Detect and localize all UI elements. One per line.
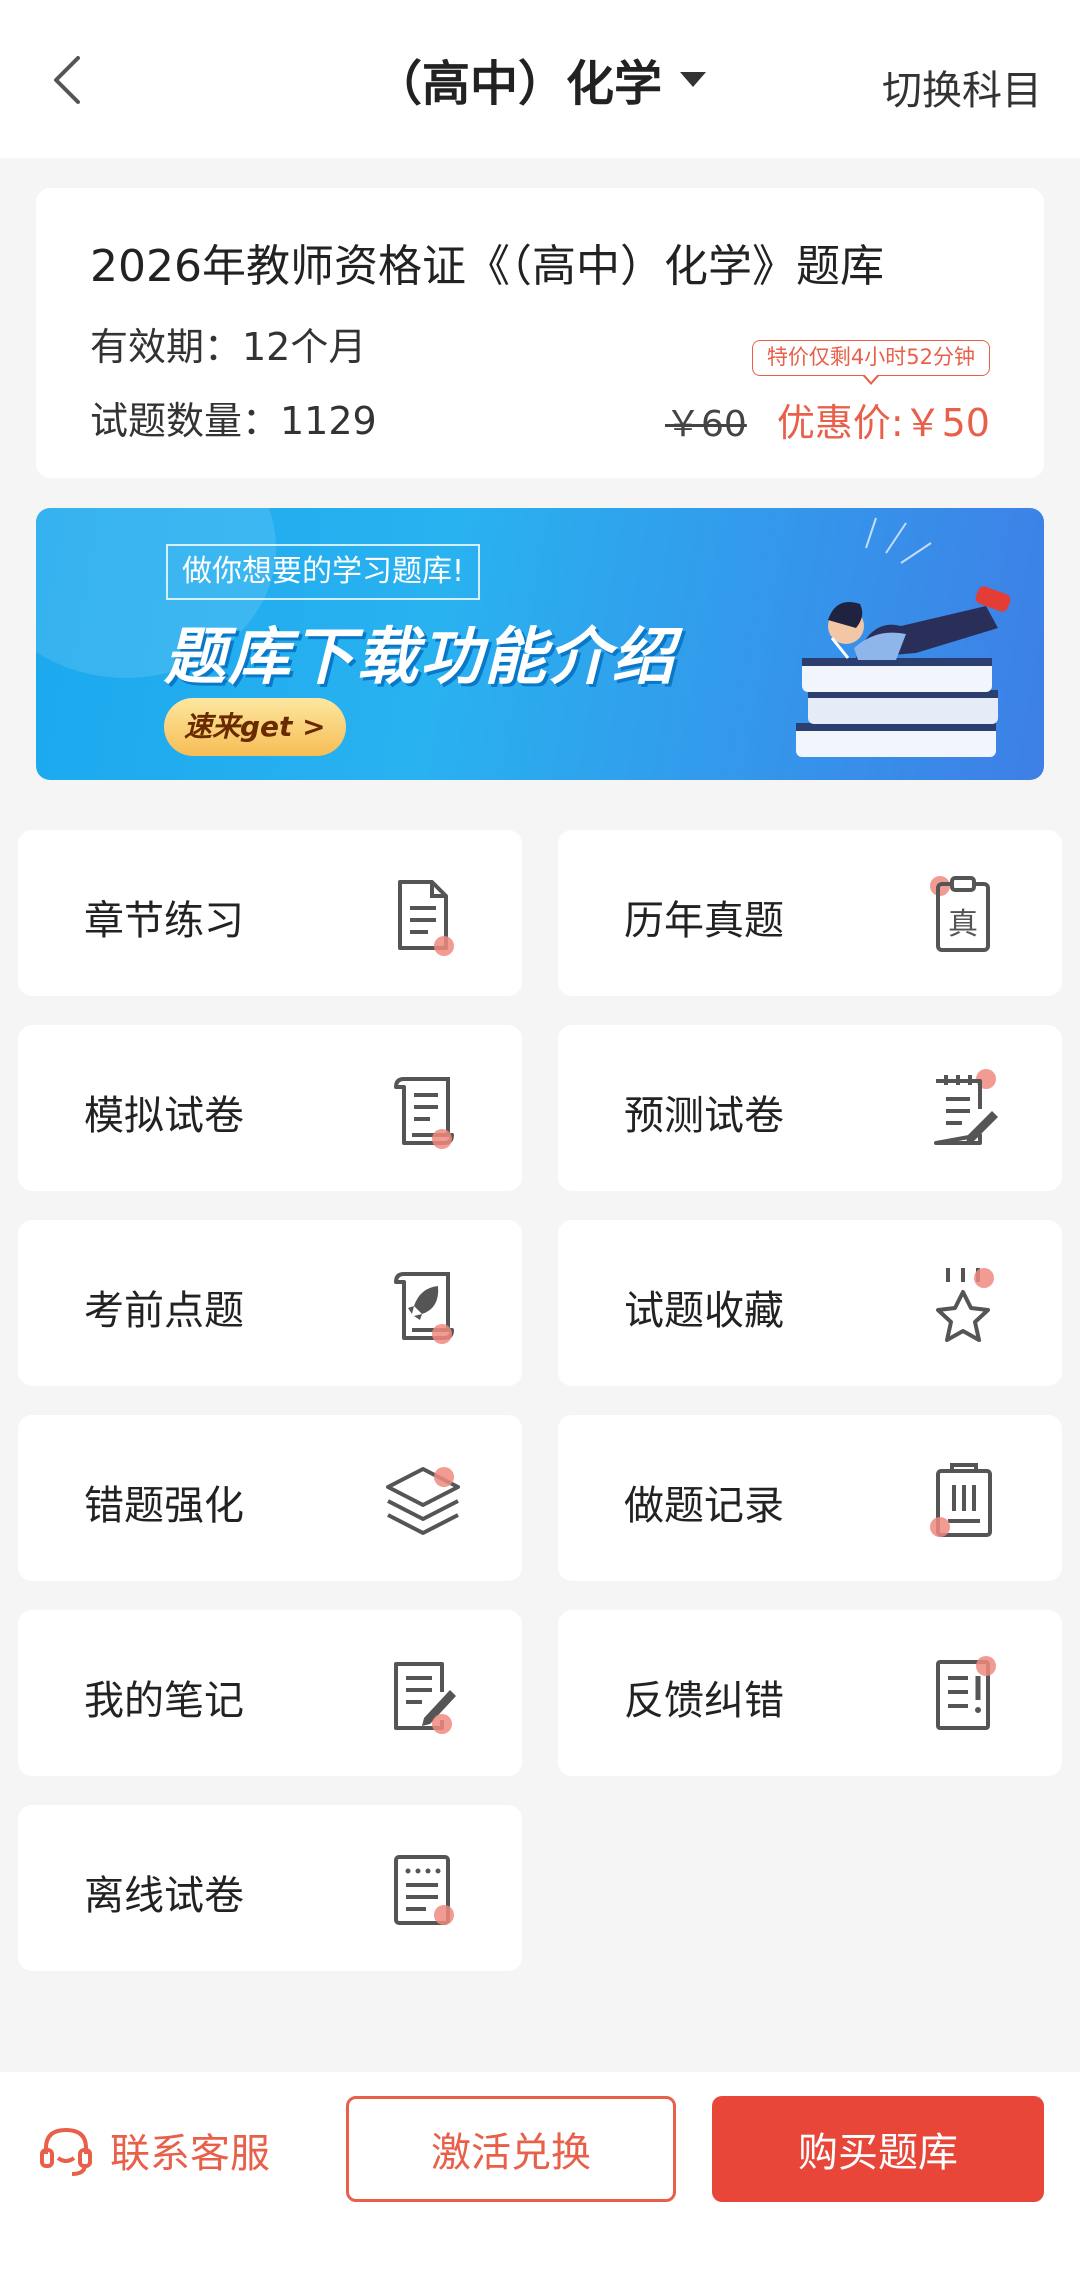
bottom-action-bar: 联系客服 激活兑换 购买题库 <box>0 2072 1080 2271</box>
star-icon <box>936 1268 994 1342</box>
feature-tile-pre-exam-tips[interactable]: 考前点题 <box>18 1220 522 1386</box>
offline-paper-icon <box>394 1855 454 1925</box>
activate-redeem-button[interactable]: 激活兑换 <box>346 2096 676 2202</box>
feature-tile-favorites[interactable]: 试题收藏 <box>558 1220 1062 1386</box>
feature-label: 我的笔记 <box>84 1678 244 1724</box>
feature-tile-mistake-review[interactable]: 错题强化 <box>18 1415 522 1581</box>
rocket-icon <box>394 1272 454 1344</box>
document-icon <box>398 880 454 956</box>
feature-label: 错题强化 <box>84 1483 244 1529</box>
clipboard-icon <box>930 1463 992 1537</box>
feedback-icon <box>936 1656 996 1730</box>
discount-price: 优惠价:￥50 <box>776 401 990 445</box>
top-bar: （高中）化学 切换科目 <box>0 0 1080 158</box>
caret-down-icon[interactable] <box>680 71 706 87</box>
feature-label: 历年真题 <box>624 898 784 944</box>
page-title[interactable]: （高中）化学 <box>374 44 662 114</box>
validity-text: 有效期：12个月 <box>90 325 367 369</box>
sale-countdown-badge: 特价仅剩4小时52分钟 <box>751 340 990 385</box>
feature-tile-predicted-papers[interactable]: 预测试卷 <box>558 1025 1062 1191</box>
product-title: 2026年教师资格证《（高中）化学》题库 <box>90 241 884 292</box>
feature-tile-my-notes[interactable]: 我的笔记 <box>18 1610 522 1776</box>
download-feature-banner[interactable]: 做你想要的学习题库! 题库下载功能介绍 速来get > <box>36 508 1044 780</box>
switch-subject-button[interactable]: 切换科目 <box>882 58 1042 116</box>
scroll-icon <box>394 1077 454 1149</box>
feature-label: 章节练习 <box>84 898 244 944</box>
feature-tile-practice-history[interactable]: 做题记录 <box>558 1415 1062 1581</box>
feature-label: 反馈纠错 <box>624 1678 784 1724</box>
buy-question-bank-button[interactable]: 购买题库 <box>712 2096 1044 2202</box>
feature-tile-mock-papers[interactable]: 模拟试卷 <box>18 1025 522 1191</box>
feature-label: 做题记录 <box>624 1483 784 1529</box>
feature-label: 模拟试卷 <box>84 1093 244 1139</box>
original-price: ￥60 <box>665 404 747 445</box>
banner-subtitle: 做你想要的学习题库! <box>166 544 481 600</box>
question-count-text: 试题数量：1129 <box>90 399 377 443</box>
feature-label: 试题收藏 <box>624 1288 784 1334</box>
banner-title: 题库下载功能介绍 <box>164 620 677 693</box>
feature-label: 离线试卷 <box>84 1873 244 1919</box>
feature-label: 预测试卷 <box>624 1093 784 1139</box>
layers-icon <box>386 1467 460 1535</box>
notepad-pencil-icon <box>934 1069 998 1145</box>
headset-icon <box>40 2127 92 2176</box>
feature-tile-feedback[interactable]: 反馈纠错 <box>558 1610 1062 1776</box>
price-row: ￥60 优惠价:￥50 <box>665 392 990 447</box>
feature-tile-offline-papers[interactable]: 离线试卷 <box>18 1805 522 1971</box>
svg-text:真: 真 <box>948 907 978 942</box>
edit-note-icon <box>394 1662 456 1734</box>
contact-service-label: 联系客服 <box>110 2131 270 2177</box>
contact-service-button[interactable]: 联系客服 <box>34 2114 270 2186</box>
feature-tile-past-exams[interactable]: 历年真题 真 <box>558 830 1062 996</box>
past-exam-icon: 真 <box>930 876 990 952</box>
banner-get-button[interactable]: 速来get > <box>164 698 346 756</box>
product-info-card: 2026年教师资格证《（高中）化学》题库 有效期：12个月 试题数量：1129 … <box>36 188 1044 478</box>
feature-label: 考前点题 <box>84 1288 244 1334</box>
feature-tile-chapter-practice[interactable]: 章节练习 <box>18 830 522 996</box>
reading-person-illustration-icon <box>796 517 1011 757</box>
